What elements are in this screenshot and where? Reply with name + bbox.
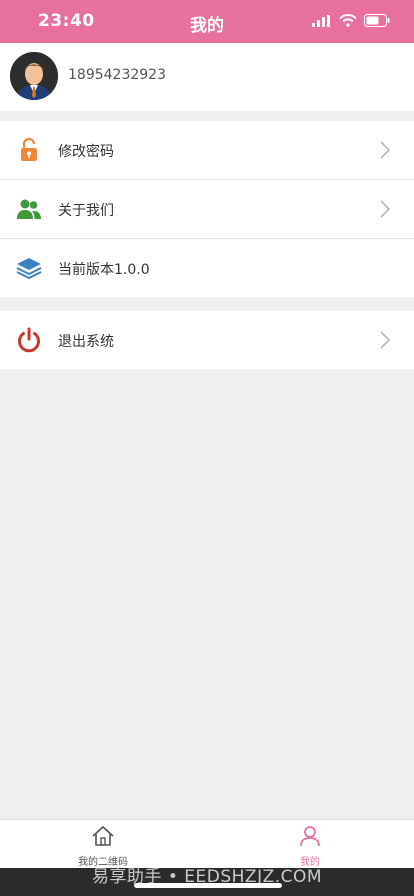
status-icons [312, 14, 390, 27]
avatar-icon [10, 52, 58, 100]
menu-item-label: 退出系统 [58, 334, 114, 350]
battery-icon [364, 14, 390, 27]
chevron-right-icon [380, 331, 390, 349]
users-icon [17, 199, 41, 219]
wifi-icon [339, 14, 357, 27]
menu-item-label: 修改密码 [58, 144, 114, 160]
profile-header[interactable]: 18954232923 [0, 43, 414, 111]
menu-item-change-password[interactable]: 修改密码 [0, 121, 414, 180]
menu-item-version: 当前版本1.0.0 [0, 239, 414, 297]
power-icon [18, 327, 40, 353]
logout-group: 退出系统 [0, 311, 414, 369]
home-indicator[interactable] [134, 883, 282, 888]
layers-icon [16, 258, 42, 280]
lock-icon [21, 137, 37, 161]
chevron-right-icon [380, 200, 390, 218]
person-icon [300, 826, 320, 847]
home-icon [92, 825, 114, 846]
menu-item-about-us[interactable]: 关于我们 [0, 180, 414, 239]
settings-group: 修改密码 关于我们 当前版本1.0.0 [0, 121, 414, 297]
cellular-signal-icon [312, 14, 330, 27]
avatar[interactable] [10, 52, 58, 100]
user-phone: 18954232923 [68, 67, 166, 83]
menu-item-label: 当前版本1.0.0 [58, 262, 150, 278]
menu-item-label: 关于我们 [58, 203, 114, 219]
menu-item-logout[interactable]: 退出系统 [0, 311, 414, 369]
chevron-right-icon [380, 141, 390, 159]
status-bar: 23:40 我的 [0, 0, 414, 43]
